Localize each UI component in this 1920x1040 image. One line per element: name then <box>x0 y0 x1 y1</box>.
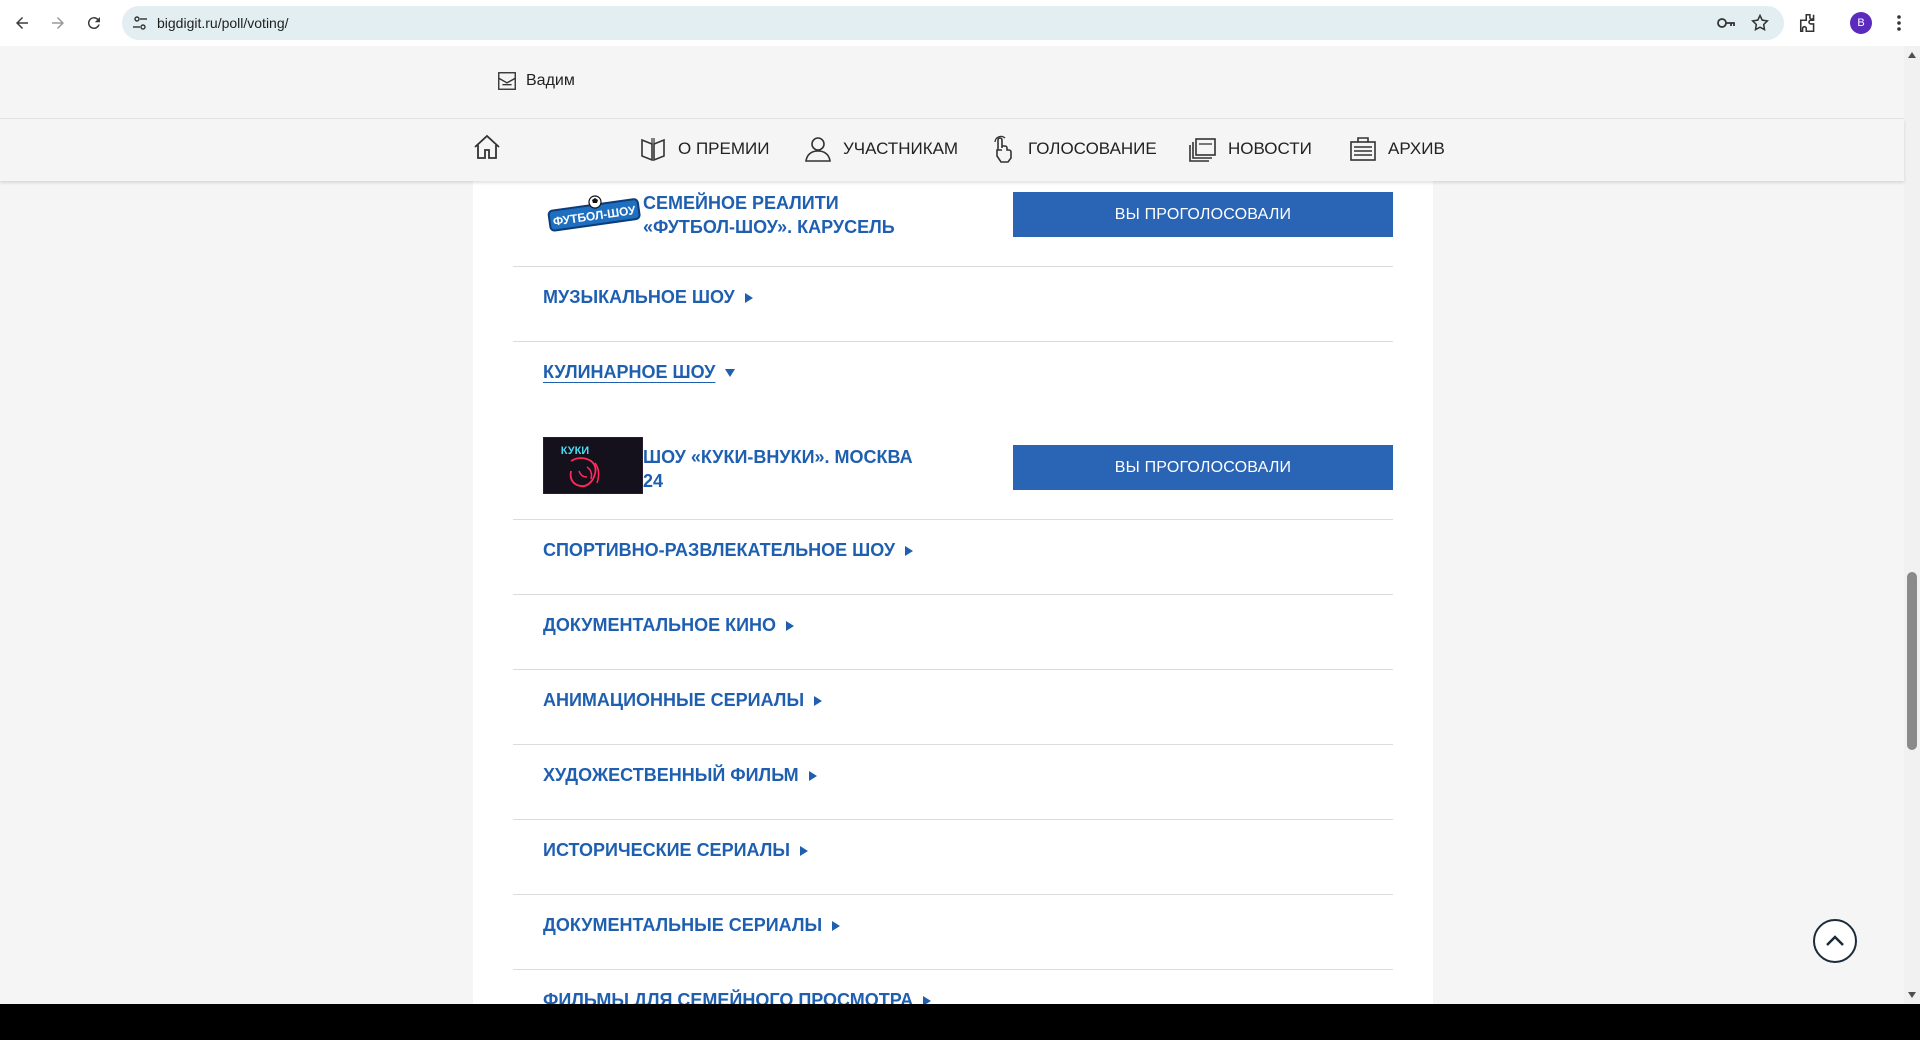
bookmark-star-icon[interactable] <box>1750 13 1770 33</box>
category-documentary-film[interactable]: ДОКУМЕНТАЛЬНОЕ КИНО <box>543 615 795 636</box>
divider <box>513 819 1393 820</box>
caret-right-icon <box>744 292 753 303</box>
user-badge-icon <box>498 72 516 90</box>
address-bar[interactable]: bigdigit.ru/poll/voting/ <box>122 6 1784 40</box>
voted-button[interactable]: ВЫ ПРОГОЛОСОВАЛИ <box>1013 192 1393 237</box>
scroll-up-arrow-icon[interactable] <box>1908 52 1916 58</box>
url-text[interactable]: bigdigit.ru/poll/voting/ <box>157 15 289 31</box>
hand-voting-icon <box>994 135 1012 163</box>
divider <box>513 266 1393 267</box>
scroll-down-arrow-icon[interactable] <box>1908 992 1916 998</box>
menu-dots-icon[interactable] <box>1890 12 1908 34</box>
caret-right-icon <box>923 995 932 1004</box>
category-sports-entertainment-show[interactable]: СПОРТИВНО-РАЗВЛЕКАТЕЛЬНОЕ ШОУ <box>543 540 914 561</box>
scroll-to-top-button[interactable] <box>1813 919 1857 963</box>
caret-down-icon <box>725 368 736 377</box>
arrow-left-icon <box>16 17 28 29</box>
caret-right-icon <box>808 770 817 781</box>
book-icon <box>641 138 665 162</box>
chevron-up-icon <box>1826 935 1844 946</box>
voting-list: ФУТБОЛ-ШОУ СЕМЕЙНОЕ РЕАЛИТИ «ФУТБОЛ-ШОУ»… <box>473 181 1433 1004</box>
nav-item-news[interactable]: НОВОСТИ <box>1188 132 1312 166</box>
category-historical-series[interactable]: ИСТОРИЧЕСКИЕ СЕРИАЛЫ <box>543 840 808 861</box>
nominee-title[interactable]: СЕМЕЙНОЕ РЕАЛИТИ «ФУТБОЛ-ШОУ». КАРУСЕЛЬ <box>643 191 923 239</box>
site-info-icon[interactable] <box>132 15 148 31</box>
svg-text:КУКИ: КУКИ <box>561 445 590 457</box>
category-cooking-show[interactable]: КУЛИНАРНОЕ ШОУ <box>543 362 736 383</box>
futbol-show-logo: ФУТБОЛ-ШОУ <box>547 195 641 232</box>
divider <box>513 969 1393 970</box>
home-icon[interactable] <box>472 132 502 162</box>
profile-avatar[interactable]: B <box>1850 12 1872 34</box>
user-name: Вадим <box>526 72 575 89</box>
divider <box>513 894 1393 895</box>
divider <box>513 341 1393 342</box>
category-feature-film[interactable]: ХУДОЖЕСТВЕННЫЙ ФИЛЬМ <box>543 765 817 786</box>
category-animated-series[interactable]: АНИМАЦИОННЫЕ СЕРИАЛЫ <box>543 690 823 711</box>
caret-right-icon <box>832 920 841 931</box>
archive-icon <box>1350 137 1376 161</box>
page-scrollbar[interactable] <box>1904 46 1920 1004</box>
caret-right-icon <box>799 845 808 856</box>
divider <box>513 594 1393 595</box>
reload-icon <box>87 17 100 30</box>
nominee-title[interactable]: ШОУ «КУКИ-ВНУКИ». МОСКВА 24 <box>643 445 923 493</box>
nav-item-archive[interactable]: АРХИВ <box>1348 132 1445 166</box>
voted-button[interactable]: ВЫ ПРОГОЛОСОВАЛИ <box>1013 445 1393 490</box>
category-music-show[interactable]: МУЗЫКАЛЬНОЕ ШОУ <box>543 287 753 308</box>
reload-button[interactable] <box>82 11 106 35</box>
kuki-vnuki-logo: КУКИ <box>543 437 643 494</box>
key-icon[interactable] <box>1716 14 1736 32</box>
divider <box>513 669 1393 670</box>
person-icon <box>805 137 831 162</box>
caret-right-icon <box>905 545 914 556</box>
browser-toolbar: bigdigit.ru/poll/voting/ B <box>0 0 1920 46</box>
caret-right-icon <box>786 620 795 631</box>
user-bar: Вадим <box>0 46 1904 119</box>
news-icon <box>1189 138 1216 162</box>
forward-button[interactable] <box>46 11 70 35</box>
divider <box>513 519 1393 520</box>
nav-item-voting[interactable]: ГОЛОСОВАНИЕ <box>988 132 1157 166</box>
scrollbar-thumb[interactable] <box>1907 572 1917 750</box>
category-documentary-series[interactable]: ДОКУМЕНТАЛЬНЫЕ СЕРИАЛЫ <box>543 915 841 936</box>
nav-item-participants[interactable]: УЧАСТНИКАМ <box>803 132 958 166</box>
user-profile-link[interactable]: Вадим <box>496 70 575 92</box>
taskbar-area <box>0 1004 1920 1040</box>
category-family-films[interactable]: ФИЛЬМЫ ДЛЯ СЕМЕЙНОГО ПРОСМОТРА <box>543 990 932 1004</box>
caret-right-icon <box>814 695 823 706</box>
divider <box>513 744 1393 745</box>
main-navigation: О ПРЕМИИ УЧАСТНИКАМ ГОЛОСОВАНИЕ НОВОСТИ <box>0 119 1904 181</box>
extensions-icon[interactable] <box>1798 12 1820 34</box>
nav-item-about[interactable]: О ПРЕМИИ <box>638 132 769 166</box>
arrow-right-icon <box>52 17 64 29</box>
back-button[interactable] <box>10 11 34 35</box>
